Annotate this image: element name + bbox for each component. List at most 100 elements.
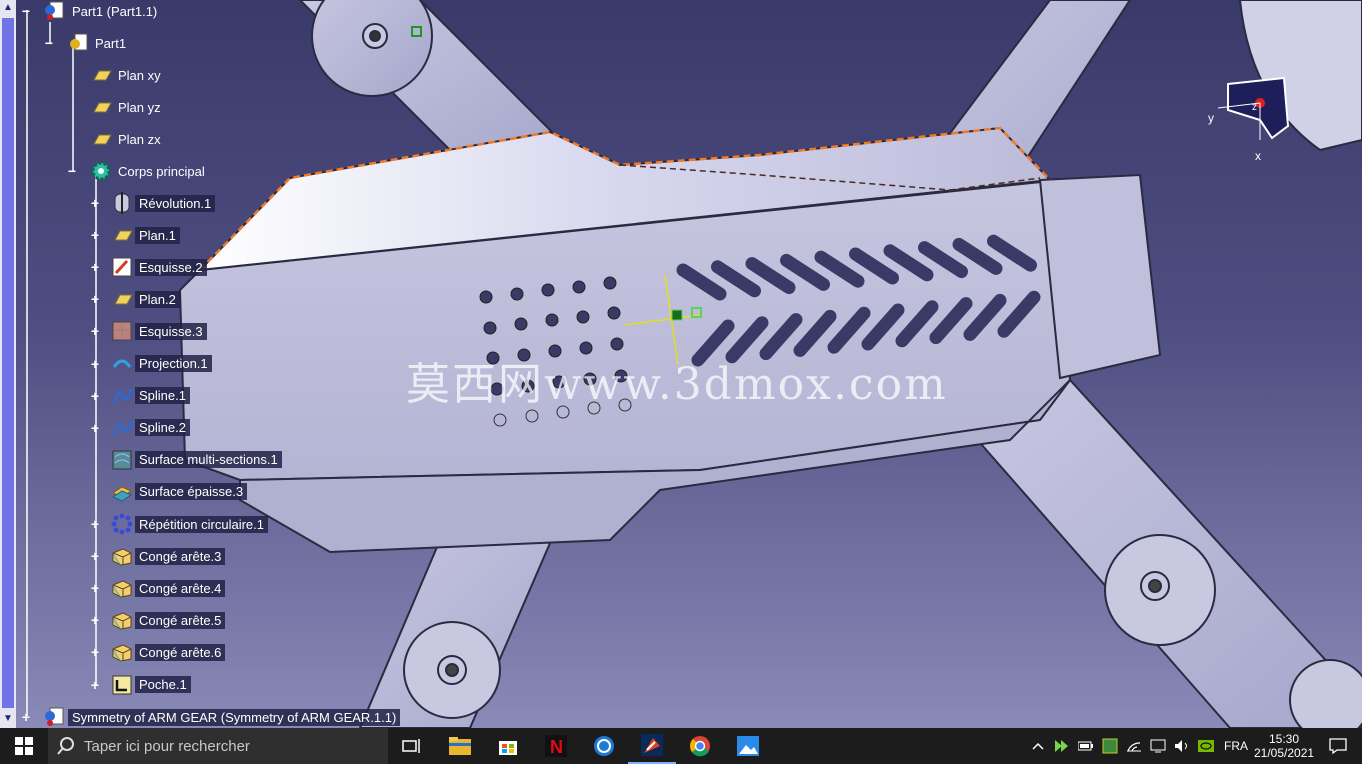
tree-label-feature: Révolution.1 bbox=[135, 194, 216, 212]
expand-icon[interactable]: + bbox=[89, 292, 101, 306]
tree-label-symmetry: Symmetry of ARM GEAR (Symmetry of ARM GE… bbox=[68, 708, 401, 726]
nvidia-icon[interactable] bbox=[1194, 728, 1218, 764]
multi-section-surface-icon bbox=[109, 449, 135, 471]
edge-fillet-icon bbox=[109, 641, 135, 663]
tree-node-body[interactable]: − Corps principal bbox=[66, 160, 209, 182]
tree-node-feature[interactable]: + Projection.1 bbox=[89, 353, 212, 375]
expand-icon[interactable]: + bbox=[89, 421, 101, 435]
expand-icon[interactable]: + bbox=[20, 710, 32, 724]
plane-icon bbox=[88, 64, 114, 86]
tree-label-feature: Surface épaisse.3 bbox=[135, 483, 248, 501]
file-explorer-icon[interactable] bbox=[436, 728, 484, 764]
expand-icon[interactable]: + bbox=[89, 389, 101, 403]
tree-node-feature[interactable]: Surface épaisse.3 bbox=[89, 481, 248, 503]
search-icon bbox=[48, 737, 84, 755]
expand-icon[interactable]: + bbox=[89, 357, 101, 371]
clock[interactable]: 15:30 21/05/2021 bbox=[1254, 732, 1314, 760]
tree-node-plane[interactable]: Plan yz bbox=[66, 96, 165, 118]
language-indicator[interactable]: FRA bbox=[1218, 739, 1254, 753]
part-icon bbox=[65, 32, 91, 54]
tree-node-feature[interactable]: + Spline.1 bbox=[89, 385, 190, 407]
compass-widget[interactable]: y x z bbox=[1200, 70, 1300, 170]
expand-icon[interactable]: + bbox=[89, 517, 101, 531]
circular-pattern-icon bbox=[109, 513, 135, 535]
product-icon bbox=[42, 0, 68, 22]
tree-node-plane[interactable]: Plan zx bbox=[66, 128, 165, 150]
netflix-icon[interactable]: N bbox=[532, 728, 580, 764]
plane-icon bbox=[88, 128, 114, 150]
tree-node-feature[interactable]: + Poche.1 bbox=[89, 674, 191, 696]
expand-icon[interactable]: + bbox=[89, 613, 101, 627]
tree-label-root: Part1 (Part1.1) bbox=[72, 3, 158, 19]
clock-time: 15:30 bbox=[1268, 732, 1300, 746]
tree-label-feature: Plan.1 bbox=[135, 226, 180, 244]
tree-label-feature: Congé arête.4 bbox=[135, 579, 226, 597]
notification-icon[interactable] bbox=[1314, 728, 1362, 764]
tree-node-feature[interactable]: + Esquisse.3 bbox=[89, 320, 207, 342]
tree-node-feature[interactable]: + Esquisse.2 bbox=[89, 256, 207, 278]
windows-logo-icon bbox=[15, 737, 33, 755]
tree-node-plane[interactable]: Plan xy bbox=[66, 64, 165, 86]
plane-icon bbox=[88, 96, 114, 118]
tree-node-feature[interactable]: + Congé arête.3 bbox=[89, 545, 226, 567]
collapse-icon[interactable]: − bbox=[20, 4, 32, 18]
spline-icon bbox=[109, 417, 135, 439]
edge-fillet-icon bbox=[109, 609, 135, 631]
expand-icon[interactable]: + bbox=[89, 196, 101, 210]
expand-icon[interactable]: + bbox=[89, 228, 101, 242]
expand-icon[interactable]: + bbox=[89, 678, 101, 692]
collapse-icon[interactable]: − bbox=[43, 36, 55, 50]
3d-viewport[interactable]: 莫西网www.3dmox.com y x z ▲ ▼ − Part1 (Part… bbox=[0, 0, 1362, 728]
expand-icon[interactable]: + bbox=[89, 260, 101, 274]
tree-node-feature[interactable]: + Répétition circulaire.1 bbox=[89, 513, 269, 535]
compass-y-label: y bbox=[1208, 111, 1214, 125]
display-icon[interactable] bbox=[1146, 728, 1170, 764]
tree-node-feature[interactable]: + Congé arête.5 bbox=[89, 609, 226, 631]
tree-node-feature[interactable]: Surface multi-sections.1 bbox=[89, 449, 282, 471]
nvidia-arrow-icon[interactable] bbox=[1050, 728, 1074, 764]
battery-icon[interactable] bbox=[1074, 728, 1098, 764]
tree-node-feature[interactable]: + Spline.2 bbox=[89, 417, 190, 439]
tree-node-feature[interactable]: + Congé arête.4 bbox=[89, 577, 226, 599]
tree-label-feature: Esquisse.3 bbox=[135, 322, 207, 340]
chevron-up-icon[interactable] bbox=[1026, 728, 1050, 764]
wifi-icon[interactable] bbox=[1122, 728, 1146, 764]
store-icon[interactable] bbox=[484, 728, 532, 764]
collapse-icon[interactable]: − bbox=[66, 164, 78, 178]
expand-icon[interactable]: + bbox=[89, 581, 101, 595]
search-placeholder: Taper ici pour rechercher bbox=[84, 737, 250, 755]
tree-label-plane: Plan yz bbox=[118, 99, 161, 115]
hole bbox=[603, 276, 617, 290]
tree-node-feature[interactable]: + Congé arête.6 bbox=[89, 641, 226, 663]
tree-label-feature: Poche.1 bbox=[135, 676, 191, 693]
tree-node-feature[interactable]: + Plan.1 bbox=[89, 224, 180, 246]
tree-label-plane: Plan zx bbox=[118, 131, 161, 147]
photos-icon[interactable] bbox=[724, 728, 772, 764]
monitor-app-icon[interactable] bbox=[1098, 728, 1122, 764]
compass-x-label: x bbox=[1255, 149, 1261, 163]
windows-taskbar: Taper ici pour rechercher N FRA 15:30 21… bbox=[0, 728, 1362, 764]
chrome-icon[interactable] bbox=[676, 728, 724, 764]
projection-icon bbox=[109, 353, 135, 375]
tree-node-feature[interactable]: + Révolution.1 bbox=[89, 192, 216, 214]
tree-node-symmetry[interactable]: + Symmetry of ARM GEAR (Symmetry of ARM … bbox=[20, 706, 401, 728]
tree-node-part[interactable]: − Part1 bbox=[43, 32, 130, 54]
sketch-icon bbox=[109, 320, 135, 342]
hole bbox=[545, 313, 559, 327]
expand-icon[interactable]: + bbox=[89, 645, 101, 659]
revolution-icon bbox=[109, 192, 135, 214]
tree-node-feature[interactable]: + Plan.2 bbox=[89, 288, 180, 310]
catia-app-icon[interactable] bbox=[628, 728, 676, 764]
expand-icon[interactable]: + bbox=[89, 549, 101, 563]
volume-icon[interactable] bbox=[1170, 728, 1194, 764]
tree-label-body: Corps principal bbox=[118, 163, 205, 179]
tree-label-feature: Plan.2 bbox=[135, 290, 180, 308]
taskbar-search-box[interactable]: Taper ici pour rechercher bbox=[48, 728, 388, 764]
expand-icon[interactable]: + bbox=[89, 324, 101, 338]
compass-z-label: z bbox=[1252, 102, 1257, 113]
hole bbox=[541, 283, 555, 297]
app-icon-blue[interactable] bbox=[580, 728, 628, 764]
start-button[interactable] bbox=[0, 728, 48, 764]
tree-node-root[interactable]: − Part1 (Part1.1) bbox=[20, 0, 161, 22]
task-view-icon[interactable] bbox=[388, 728, 436, 764]
